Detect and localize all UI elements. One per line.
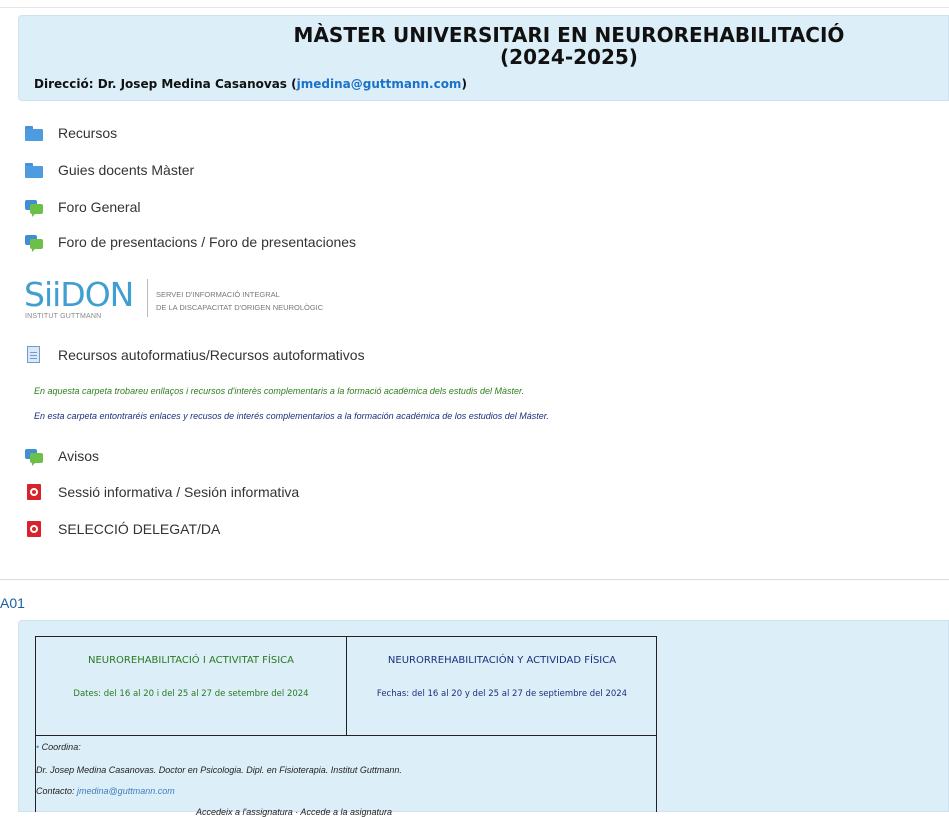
pdf-icon <box>24 520 44 538</box>
access-course-link[interactable]: Accedeix a l'assignatura · Accede a la a… <box>196 807 392 817</box>
course-dates-spanish: Fechas: del 16 al 20 y del 25 al 27 de s… <box>376 689 628 699</box>
page-title: MÀSTER UNIVERSITARI EN NEUROREHABILITACI… <box>269 24 869 68</box>
activity-guies-docents[interactable]: Guies docents Màster <box>24 160 194 180</box>
siidon-line-2: DE LA DISCAPACITAT D'ORIGEN NEUROLÒGIC <box>156 303 324 312</box>
activity-recursos-autoformatius[interactable]: Recursos autoformatius/Recursos autoform… <box>24 345 365 365</box>
contact-line: Contacto: jmedina@guttmann.com <box>36 786 175 796</box>
contact-email-link[interactable]: jmedina@guttmann.com <box>77 786 175 796</box>
siidon-logo: SiiDON <box>24 275 134 314</box>
activity-label[interactable]: SELECCIÓ DELEGAT/DA <box>58 521 220 537</box>
siidon-subtitle: INSTITUT GUTTMANN <box>25 313 102 320</box>
activity-label[interactable]: Foro General <box>58 199 140 215</box>
title-line-1: MÀSTER UNIVERSITARI EN NEUROREHABILITACI… <box>293 23 845 47</box>
activity-foro-general[interactable]: Foro General <box>24 197 140 217</box>
table-horizontal-line <box>36 735 656 736</box>
activity-label[interactable]: Guies docents Màster <box>58 162 194 178</box>
course-dates-catalan: Dates: del 16 al 20 i del 25 al 27 de se… <box>73 689 309 699</box>
activity-seleccio-delegat[interactable]: SELECCIÓ DELEGAT/DA <box>24 519 220 539</box>
forum-icon <box>24 198 44 217</box>
activity-label[interactable]: Recursos autoformatius/Recursos autoform… <box>58 347 365 363</box>
page-icon <box>24 346 44 364</box>
forum-icon <box>24 447 44 466</box>
forum-icon <box>24 233 44 252</box>
coordinator-name: Dr. Josep Medina Casanovas. Doctor en Ps… <box>36 765 402 775</box>
bullet-icon: • <box>36 742 40 752</box>
activity-label[interactable]: Sessió informativa / Sesión informativa <box>58 484 299 500</box>
activity-label[interactable]: Avisos <box>58 448 99 464</box>
top-divider <box>0 7 949 8</box>
direction-suffix: ) <box>461 77 467 91</box>
activity-recursos[interactable]: Recursos <box>24 123 117 143</box>
note-catalan: En aquesta carpeta trobareu enllaços i r… <box>34 386 525 396</box>
activity-sessio-informativa[interactable]: Sessió informativa / Sesión informativa <box>24 482 299 502</box>
section-divider <box>0 579 949 580</box>
siidon-line-1: SERVEI D'INFORMACIÓ INTEGRAL <box>156 290 280 299</box>
activity-foro-presentacions[interactable]: Foro de presentacions / Foro de presenta… <box>24 232 356 252</box>
course-table: NEUROREHABILITACIÓ I ACTIVITAT FÍSICA NE… <box>35 636 657 817</box>
title-line-2: (2024-2025) <box>500 45 638 69</box>
siidon-logo-link[interactable]: SiiDON INSTITUT GUTTMANN SERVEI D'INFORM… <box>24 275 354 323</box>
coordinator-label-text: Coordina: <box>41 742 81 752</box>
course-header: MÀSTER UNIVERSITARI EN NEUROREHABILITACI… <box>18 15 949 101</box>
coordinator-label: • Coordina: <box>36 742 81 752</box>
folder-icon <box>24 161 44 179</box>
pdf-icon <box>24 483 44 501</box>
direction-email-link[interactable]: jmedina@guttmann.com <box>297 77 462 91</box>
activity-label[interactable]: Recursos <box>58 125 117 141</box>
direction-prefix: Direcció: Dr. Josep Medina Casanovas ( <box>34 77 297 91</box>
course-title-catalan: NEUROREHABILITACIÓ I ACTIVITAT FÍSICA <box>87 655 294 666</box>
table-vertical-line <box>346 637 347 735</box>
direction-text: Direcció: Dr. Josep Medina Casanovas (jm… <box>34 77 467 91</box>
section-title-a01[interactable]: A01 <box>0 595 25 611</box>
course-title-spanish: NEURORREHABILITACIÓN Y ACTIVIDAD FÍSICA <box>387 655 617 666</box>
note-spanish: En esta carpeta entontraréis enlaces y r… <box>34 411 549 421</box>
logo-divider <box>147 279 148 317</box>
activity-label[interactable]: Foro de presentacions / Foro de presenta… <box>58 234 356 250</box>
contact-label: Contacto: <box>36 786 78 796</box>
activity-avisos[interactable]: Avisos <box>24 446 99 466</box>
folder-icon <box>24 124 44 142</box>
